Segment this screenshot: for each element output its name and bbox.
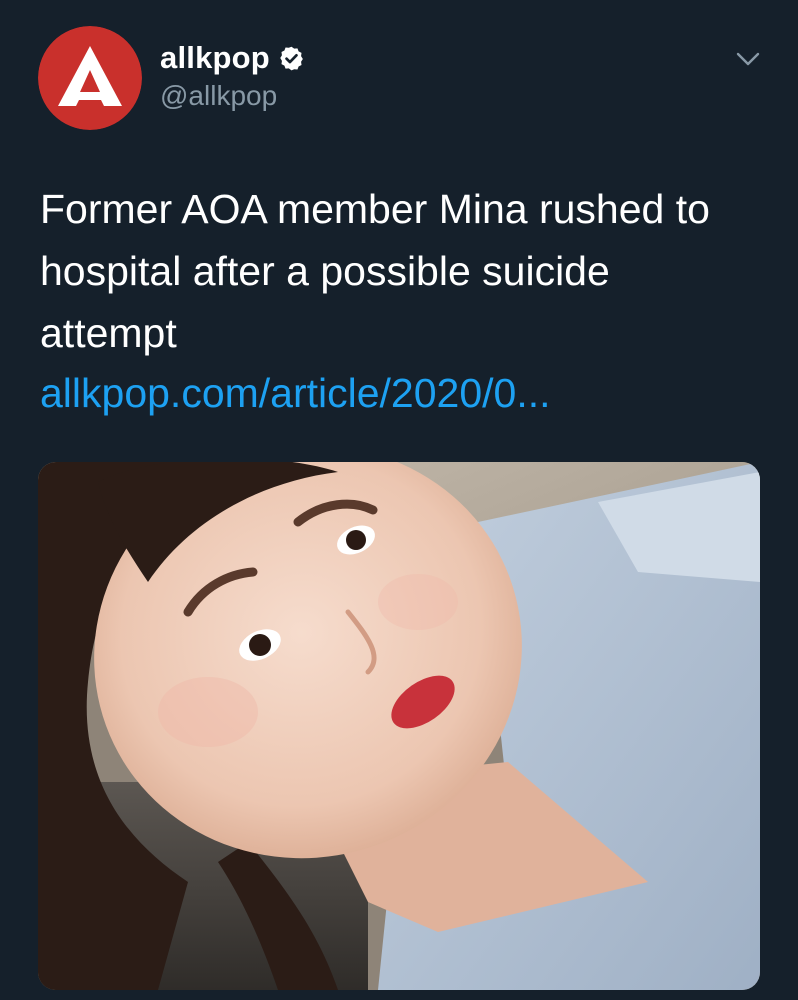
pupil xyxy=(346,530,366,550)
tweet-text-line: Former AOA member Mina rushed to xyxy=(40,186,710,232)
author-handle[interactable]: @allkpop xyxy=(160,80,277,112)
photo-illustration xyxy=(38,462,760,990)
tweet-photo[interactable] xyxy=(38,462,760,990)
pupil xyxy=(249,634,271,656)
tweet-text-line: hospital after a possible suicide xyxy=(40,248,610,294)
cheek-blush xyxy=(378,574,458,630)
author-name[interactable]: allkpop xyxy=(160,40,270,76)
chevron-down-icon[interactable] xyxy=(732,44,764,74)
author-name-row: allkpop xyxy=(160,38,305,78)
author-avatar[interactable] xyxy=(38,26,142,130)
tweet-text-line: attempt xyxy=(40,310,177,356)
article-link[interactable]: allkpop.com/article/2020/0... xyxy=(40,362,551,424)
allkpop-logo-icon xyxy=(38,26,142,130)
verified-badge-icon xyxy=(278,45,305,72)
tweet-text: Former AOA member Mina rushed to hospita… xyxy=(40,178,760,364)
cheek-blush xyxy=(158,677,258,747)
